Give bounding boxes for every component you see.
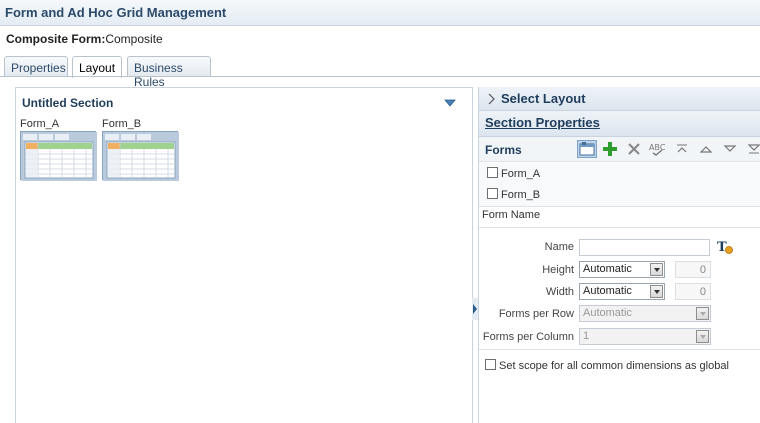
scope-option[interactable]: Set scope for all common dimensions as g… <box>485 359 729 372</box>
move-down-icon[interactable] <box>720 140 740 158</box>
chevron-down-icon[interactable] <box>696 330 709 343</box>
name-field[interactable] <box>579 239 710 256</box>
forms-per-row-label: Forms per Row <box>498 308 574 320</box>
svg-text:T: T <box>717 240 727 255</box>
form-thumbnail-label: Form_B <box>102 118 142 130</box>
height-value-field[interactable]: 0 <box>675 261 711 278</box>
page-title: Form and Ad Hoc Grid Management <box>0 0 760 26</box>
section-properties-header: Section Properties <box>479 111 760 137</box>
move-bottom-icon[interactable] <box>744 140 760 158</box>
width-value-field[interactable]: 0 <box>675 283 711 300</box>
tab-business-rules[interactable]: Business Rules <box>127 56 211 89</box>
forms-per-column-value: 1 <box>583 330 590 342</box>
section-title: Untitled Section <box>22 96 114 110</box>
layout-canvas[interactable]: Untitled Section Form_A Form_B <box>15 87 473 423</box>
form-preview-icon <box>20 131 97 181</box>
form-checkbox[interactable] <box>487 188 498 199</box>
width-select[interactable]: Automatic <box>579 283 665 300</box>
move-top-icon[interactable] <box>672 140 692 158</box>
svg-text:ABC: ABC <box>649 143 666 152</box>
form-preview-icon <box>102 131 179 181</box>
select-layout-label: Select Layout <box>501 91 586 106</box>
chevron-down-icon[interactable] <box>650 285 663 298</box>
chevron-right-icon <box>488 93 495 105</box>
composite-form-label: Composite Form:Composite <box>6 32 163 46</box>
delete-icon[interactable] <box>624 140 644 158</box>
scope-label: Set scope for all common dimensions as g… <box>499 360 729 372</box>
height-select[interactable]: Automatic <box>579 261 665 278</box>
form-thumbnail-label: Form_A <box>20 118 60 130</box>
forms-per-row-value: Automatic <box>583 307 632 319</box>
tab-properties[interactable]: Properties <box>4 56 68 77</box>
form-thumbnail[interactable]: Form_B <box>102 118 180 181</box>
properties-panel: Select Layout Section Properties Forms A… <box>478 87 760 423</box>
tab-divider <box>0 76 760 77</box>
forms-toolbar: Forms ABC <box>479 137 760 162</box>
composite-form-caption: Composite Form: <box>6 32 106 46</box>
move-up-icon[interactable] <box>696 140 716 158</box>
tab-layout[interactable]: Layout <box>72 56 122 78</box>
spellcheck-icon[interactable]: ABC <box>648 140 668 158</box>
forms-per-column-select[interactable]: 1 <box>579 328 711 345</box>
form-checkbox[interactable] <box>487 167 498 178</box>
forms-label: Forms <box>485 143 522 157</box>
form-properties-icon[interactable] <box>577 140 597 158</box>
select-layout-header[interactable]: Select Layout <box>479 87 760 111</box>
forms-per-row-select[interactable]: Automatic <box>579 305 711 322</box>
height-select-value: Automatic <box>583 263 632 275</box>
composite-form-value: Composite <box>105 32 163 46</box>
scope-checkbox[interactable] <box>485 359 496 370</box>
add-icon[interactable] <box>600 140 620 158</box>
chevron-down-icon[interactable] <box>650 263 663 276</box>
height-label: Height <box>542 264 574 276</box>
form-thumbnail[interactable]: Form_A <box>20 118 98 181</box>
divider <box>479 227 760 228</box>
name-label: Name <box>544 241 574 253</box>
width-label: Width <box>545 286 574 298</box>
forms-list: Form_A Form_B <box>479 163 760 207</box>
divider <box>479 349 760 350</box>
text-style-icon[interactable]: T <box>717 239 733 255</box>
section-properties-label: Section Properties <box>485 115 600 130</box>
forms-per-column-label: Forms per Column <box>482 331 574 343</box>
form-list-label: Form_A <box>501 168 541 180</box>
width-select-value: Automatic <box>583 285 632 297</box>
form-name-column-header: Form Name <box>482 209 541 221</box>
form-list-label: Form_B <box>501 189 541 201</box>
list-item[interactable]: Form_A <box>487 167 540 180</box>
list-item[interactable]: Form_B <box>487 188 540 201</box>
chevron-down-icon[interactable] <box>444 98 456 108</box>
chevron-down-icon[interactable] <box>696 307 709 320</box>
